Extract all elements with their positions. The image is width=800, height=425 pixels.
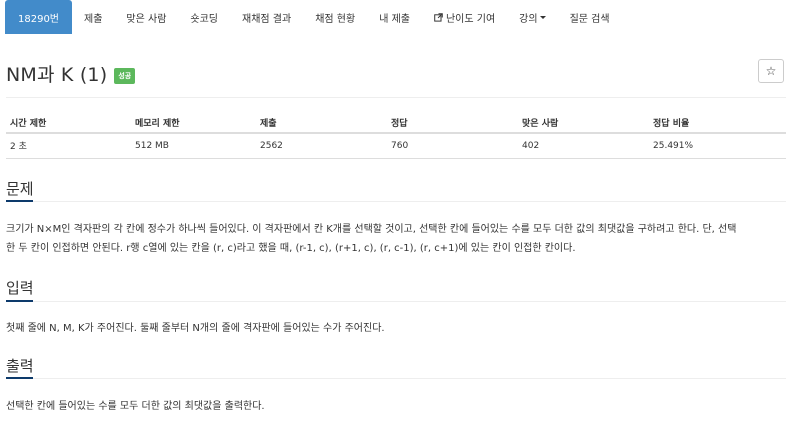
section-description-title: 문제	[6, 180, 34, 198]
divider	[6, 378, 786, 379]
divider	[6, 201, 786, 202]
header-accepted-users: 맞은 사람	[518, 113, 649, 134]
section-input-header: 입력	[6, 277, 786, 302]
divider	[6, 97, 786, 98]
section-input-body: 첫째 줄에 N, M, K가 주어진다. 둘째 줄부터 N개의 줄에 격자판에 …	[6, 319, 786, 338]
cell-time-limit: 2 초	[6, 133, 131, 159]
tab-submit[interactable]: 제출	[72, 0, 114, 34]
chevron-down-icon	[539, 15, 546, 19]
external-link-icon	[434, 12, 443, 22]
cell-submissions: 2562	[256, 133, 387, 159]
input-line: 첫째 줄에 N, M, K가 주어진다. 둘째 줄부터 N개의 줄에 격자판에 …	[6, 323, 385, 334]
tab-question-search[interactable]: 질문 검색	[558, 0, 622, 34]
problem-header: NM과 K (1) 성공	[6, 60, 136, 87]
header-memory-limit: 메모리 제한	[131, 113, 256, 134]
section-underline	[6, 377, 33, 379]
header-time-limit: 시간 제한	[6, 113, 131, 134]
divider	[6, 301, 786, 302]
tab-short-coding[interactable]: 숏코딩	[178, 0, 230, 34]
tab-judge-status[interactable]: 채점 현황	[303, 0, 367, 34]
description-line: 한 두 칸이 인접하면 안된다. r행 c열에 있는 칸을 (r, c)라고 했…	[6, 243, 576, 254]
output-line: 선택한 칸에 들어있는 수를 모두 더한 값의 최댓값을 출력한다.	[6, 401, 265, 412]
cell-accepted: 760	[387, 133, 518, 159]
table-header-row: 시간 제한 메모리 제한 제출 정답 맞은 사람 정답 비율	[6, 113, 786, 134]
tab-difficulty-contribution[interactable]: 난이도 기여	[422, 0, 507, 34]
cell-accept-ratio: 25.491%	[649, 133, 786, 159]
section-underline	[6, 200, 33, 202]
tab-problem-number[interactable]: 18290번	[5, 0, 73, 34]
cell-memory-limit: 512 MB	[131, 133, 256, 159]
section-output-title: 출력	[6, 357, 34, 375]
header-accept-ratio: 정답 비율	[649, 113, 786, 134]
status-badge: 성공	[114, 67, 136, 84]
section-input-title: 입력	[6, 279, 34, 297]
description-line: 크기가 N×M인 격자판의 각 칸에 정수가 하나씩 들어있다. 이 격자판에서…	[6, 224, 737, 235]
tab-lectures-dropdown[interactable]: 강의	[507, 0, 557, 34]
favorite-star-button[interactable]: ☆	[758, 59, 784, 83]
section-underline	[6, 300, 33, 302]
problem-nav: 18290번 제출 맞은 사람 숏코딩 재채점 결과 채점 현황 내 제출 난이…	[0, 0, 800, 34]
header-accepted: 정답	[387, 113, 518, 134]
star-icon: ☆	[765, 64, 777, 78]
cell-accepted-users: 402	[518, 133, 649, 159]
header-submissions: 제출	[256, 113, 387, 134]
problem-info-table: 시간 제한 메모리 제한 제출 정답 맞은 사람 정답 비율 2 초 512 M…	[6, 113, 786, 159]
tab-difficulty-contribution-label: 난이도 기여	[445, 13, 496, 25]
section-output-header: 출력	[6, 355, 786, 379]
section-output-body: 선택한 칸에 들어있는 수를 모두 더한 값의 최댓값을 출력한다.	[6, 397, 786, 416]
section-description-header: 문제	[6, 178, 786, 202]
tab-accepted-users[interactable]: 맞은 사람	[114, 0, 178, 34]
tab-my-submissions[interactable]: 내 제출	[367, 0, 422, 34]
tab-rejudge-results[interactable]: 재채점 결과	[230, 0, 303, 34]
section-description-body: 크기가 N×M인 격자판의 각 칸에 정수가 하나씩 들어있다. 이 격자판에서…	[6, 220, 786, 258]
page-title: NM과 K (1)	[6, 64, 108, 86]
table-row: 2 초 512 MB 2562 760 402 25.491%	[6, 133, 786, 159]
tab-lectures-label: 강의	[519, 13, 538, 25]
